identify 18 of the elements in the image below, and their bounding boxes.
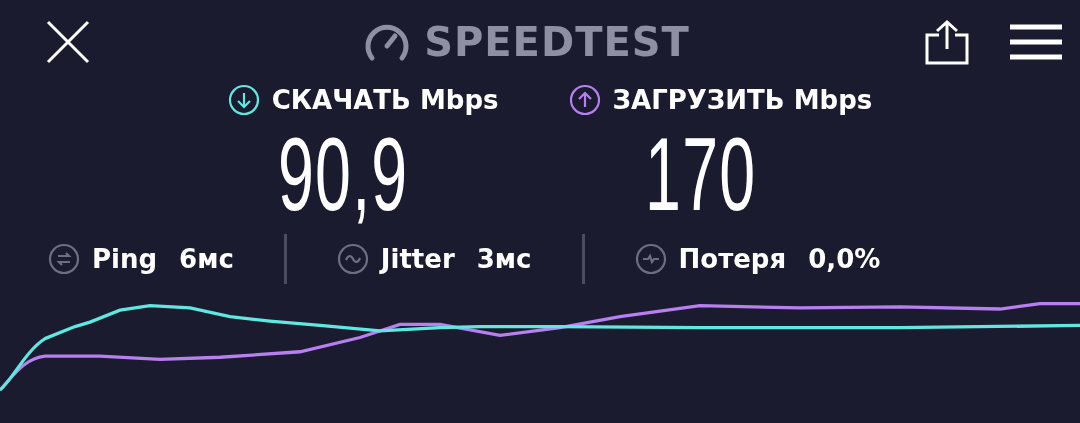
wave-icon xyxy=(336,243,369,275)
stat-label: Jitter xyxy=(380,244,455,274)
stat-value: 0,0% xyxy=(808,244,881,274)
stat-label: Потеря xyxy=(678,244,787,274)
arrows-icon xyxy=(48,243,80,275)
pulse-icon xyxy=(634,243,667,275)
close-button[interactable] xyxy=(46,20,90,64)
speed-value: 170 xyxy=(644,122,757,226)
app-title: SPEEDTEST xyxy=(424,19,690,65)
share-button[interactable] xyxy=(924,19,970,65)
speed-value: 90,9 xyxy=(277,122,409,226)
result-label: СКАЧАТЬ Mbps xyxy=(271,85,499,115)
stat-value: 3мс xyxy=(476,244,532,274)
stat-label: Ping xyxy=(92,244,158,274)
stat-value: 6мс xyxy=(179,244,234,274)
result-label: ЗАГРУЗИТЬ Mbps xyxy=(612,85,873,115)
menu-button[interactable] xyxy=(1010,24,1062,60)
speedometer-icon xyxy=(364,22,411,62)
